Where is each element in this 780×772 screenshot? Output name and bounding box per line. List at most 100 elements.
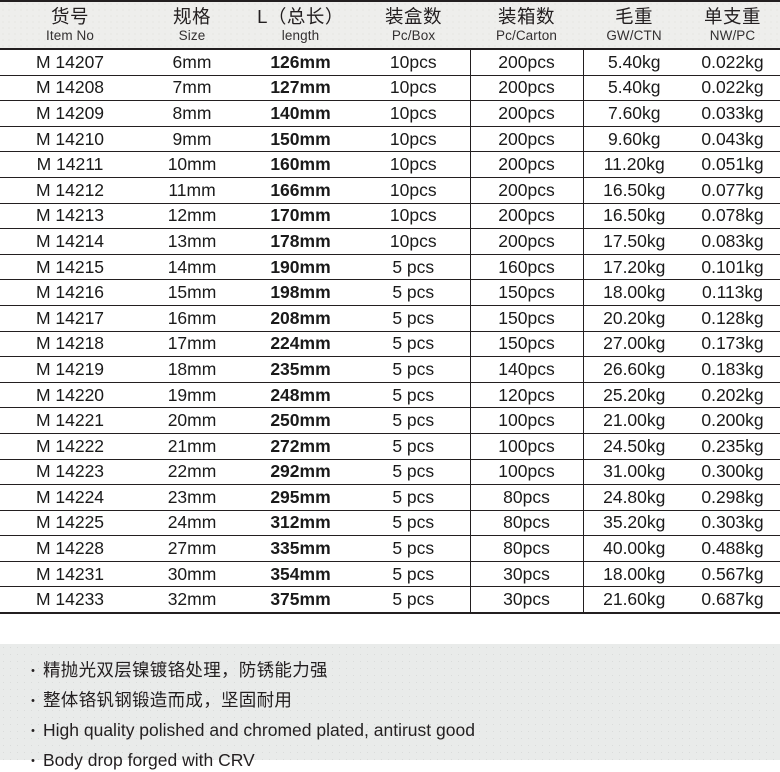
cell-pc_box: 5 pcs: [357, 305, 471, 332]
header-row: 货号 Item No 规格 Size L（总长） length 装盒数 Pc/Box 装箱数 Pc…: [0, 0, 780, 50]
cell-pc_carton: 200pcs: [470, 228, 584, 255]
cell-pc_box: 10pcs: [357, 177, 471, 204]
table-row: M 14219 18mm 235mm 5 pcs 140pcs 26.60kg 0.183k…: [0, 356, 780, 383]
table-row: M 14213 12mm 170mm 10pcs 200pcs 16.50kg 0.078k…: [0, 203, 780, 230]
cell-length: 127mm: [244, 75, 357, 102]
cell-pc_carton: 150pcs: [470, 305, 584, 332]
cell-pc_carton: 200pcs: [470, 75, 584, 102]
cell-pc_carton: 80pcs: [470, 510, 584, 537]
table-row: M 14233 32mm 375mm 5 pcs 30pcs 21.60kg 0.687kg: [0, 586, 780, 615]
cell-pc_box: 5 pcs: [357, 433, 471, 460]
cell-item_no: M 14220: [0, 382, 140, 409]
table-row: M 14210 9mm 150mm 10pcs 200pcs 9.60kg 0.043kg: [0, 126, 780, 153]
feature-notes: ・精抛光双层镍镀铬处理，防锈能力强・整体铬钒钢锻造而成，坚固耐用・ High qu…: [0, 644, 780, 770]
cell-pc_box: 10pcs: [357, 75, 471, 102]
cell-size: 21mm: [140, 433, 244, 460]
cell-length: 272mm: [244, 433, 357, 460]
cell-item_no: M 14231: [0, 561, 140, 588]
cell-gw_ctn: 35.20kg: [583, 510, 685, 537]
cell-size: 15mm: [140, 279, 244, 306]
cell-length: 178mm: [244, 228, 357, 255]
bullet-icon: ・: [26, 692, 40, 709]
cell-item_no: M 14212: [0, 177, 140, 204]
column-header-size: 规格 Size: [140, 0, 244, 50]
cell-gw_ctn: 21.60kg: [583, 586, 685, 615]
table-row: M 14216 15mm 198mm 5 pcs 150pcs 18.00kg 0.113k…: [0, 279, 780, 306]
cell-pc_box: 5 pcs: [357, 356, 471, 383]
cell-nw_pc: 0.043kg: [685, 126, 780, 153]
table-row: M 14209 8mm 140mm 10pcs 200pcs 7.60kg 0.033kg: [0, 100, 780, 127]
table-row: M 14231 30mm 354mm 5 pcs 30pcs 18.00kg 0.567kg: [0, 561, 780, 588]
cell-length: 335mm: [244, 535, 357, 562]
cell-item_no: M 14219: [0, 356, 140, 383]
cell-pc_box: 10pcs: [357, 228, 471, 255]
column-header-pc_carton: 装箱数 Pc/Carton: [470, 0, 583, 50]
cell-length: 248mm: [244, 382, 357, 409]
column-header-en-item_no: Item No: [46, 27, 94, 43]
cell-item_no: M 14222: [0, 433, 140, 460]
table-row: M 14207 6mm 126mm 10pcs 200pcs 5.40kg 0.022kg: [0, 49, 780, 76]
cell-pc_box: 5 pcs: [357, 510, 471, 537]
column-header-en-gw_ctn: GW/CTN: [606, 27, 662, 43]
note-text: Body drop forged with CRV: [43, 749, 255, 770]
cell-pc_carton: 100pcs: [470, 407, 584, 434]
table-row: M 14223 22mm 292mm 5 pcs 100pcs 31.00kg 0.300k…: [0, 459, 780, 486]
cell-gw_ctn: 31.00kg: [583, 459, 685, 486]
cell-pc_box: 5 pcs: [357, 254, 471, 281]
cell-length: 375mm: [244, 586, 357, 615]
cell-pc_carton: 80pcs: [470, 484, 584, 511]
cell-item_no: M 14233: [0, 586, 140, 615]
cell-nw_pc: 0.083kg: [685, 228, 780, 255]
cell-length: 235mm: [244, 356, 357, 383]
cell-pc_carton: 200pcs: [470, 203, 584, 230]
cell-pc_carton: 80pcs: [470, 535, 584, 562]
column-header-cn-size: 规格: [172, 6, 211, 27]
cell-nw_pc: 0.202kg: [685, 382, 780, 409]
cell-nw_pc: 0.200kg: [685, 407, 780, 434]
cell-size: 24mm: [140, 510, 244, 537]
cell-pc_box: 10pcs: [357, 126, 471, 153]
cell-item_no: M 14211: [0, 151, 140, 178]
cell-nw_pc: 0.567kg: [685, 561, 780, 588]
cell-size: 16mm: [140, 305, 244, 332]
cell-pc_box: 5 pcs: [357, 561, 471, 588]
cell-pc_box: 5 pcs: [357, 331, 471, 358]
cell-nw_pc: 0.113kg: [685, 279, 780, 306]
cell-nw_pc: 0.101kg: [685, 254, 780, 281]
cell-item_no: M 14225: [0, 510, 140, 537]
cell-nw_pc: 0.022kg: [685, 49, 780, 76]
cell-gw_ctn: 18.00kg: [583, 279, 685, 306]
cell-item_no: M 14217: [0, 305, 140, 332]
cell-pc_box: 10pcs: [357, 49, 471, 76]
cell-gw_ctn: 18.00kg: [583, 561, 685, 588]
cell-pc_box: 5 pcs: [357, 407, 471, 434]
cell-gw_ctn: 17.20kg: [583, 254, 685, 281]
cell-pc_box: 5 pcs: [357, 484, 471, 511]
note-line: ・ Body drop forged with CRV: [26, 748, 780, 772]
table-header: 货号 Item No 规格 Size L（总长） length 装盒数 Pc/Box 装箱数 Pc…: [0, 0, 780, 50]
cell-pc_box: 5 pcs: [357, 459, 471, 486]
cell-size: 14mm: [140, 254, 244, 281]
cell-pc_carton: 100pcs: [470, 459, 584, 486]
column-header-gw_ctn: 毛重 GW/CTN: [583, 0, 685, 50]
cell-length: 126mm: [244, 49, 357, 76]
cell-item_no: M 14223: [0, 459, 140, 486]
cell-size: 32mm: [140, 586, 244, 615]
cell-pc_box: 10pcs: [357, 100, 471, 127]
cell-length: 198mm: [244, 279, 357, 306]
cell-item_no: M 14213: [0, 203, 140, 230]
cell-pc_carton: 200pcs: [470, 100, 584, 127]
cell-nw_pc: 0.077kg: [685, 177, 780, 204]
table-row: M 14211 10mm 160mm 10pcs 200pcs 11.20kg 0.051k…: [0, 151, 780, 178]
note-text: 精抛光双层镍镀铬处理，防锈能力强: [43, 660, 328, 681]
note-line: ・整体铬钒钢锻造而成，坚固耐用: [26, 688, 780, 713]
table-notes-spacer: [0, 614, 780, 645]
note-line: ・精抛光双层镍镀铬处理，防锈能力强: [26, 658, 780, 683]
cell-item_no: M 14218: [0, 331, 140, 358]
note-text: 整体铬钒钢锻造而成，坚固耐用: [43, 689, 293, 710]
table-row: M 14218 17mm 224mm 5 pcs 150pcs 27.00kg 0.173k…: [0, 331, 780, 358]
cell-item_no: M 14207: [0, 49, 140, 76]
cell-pc_carton: 30pcs: [470, 586, 584, 615]
cell-length: 295mm: [244, 484, 357, 511]
cell-item_no: M 14216: [0, 279, 140, 306]
